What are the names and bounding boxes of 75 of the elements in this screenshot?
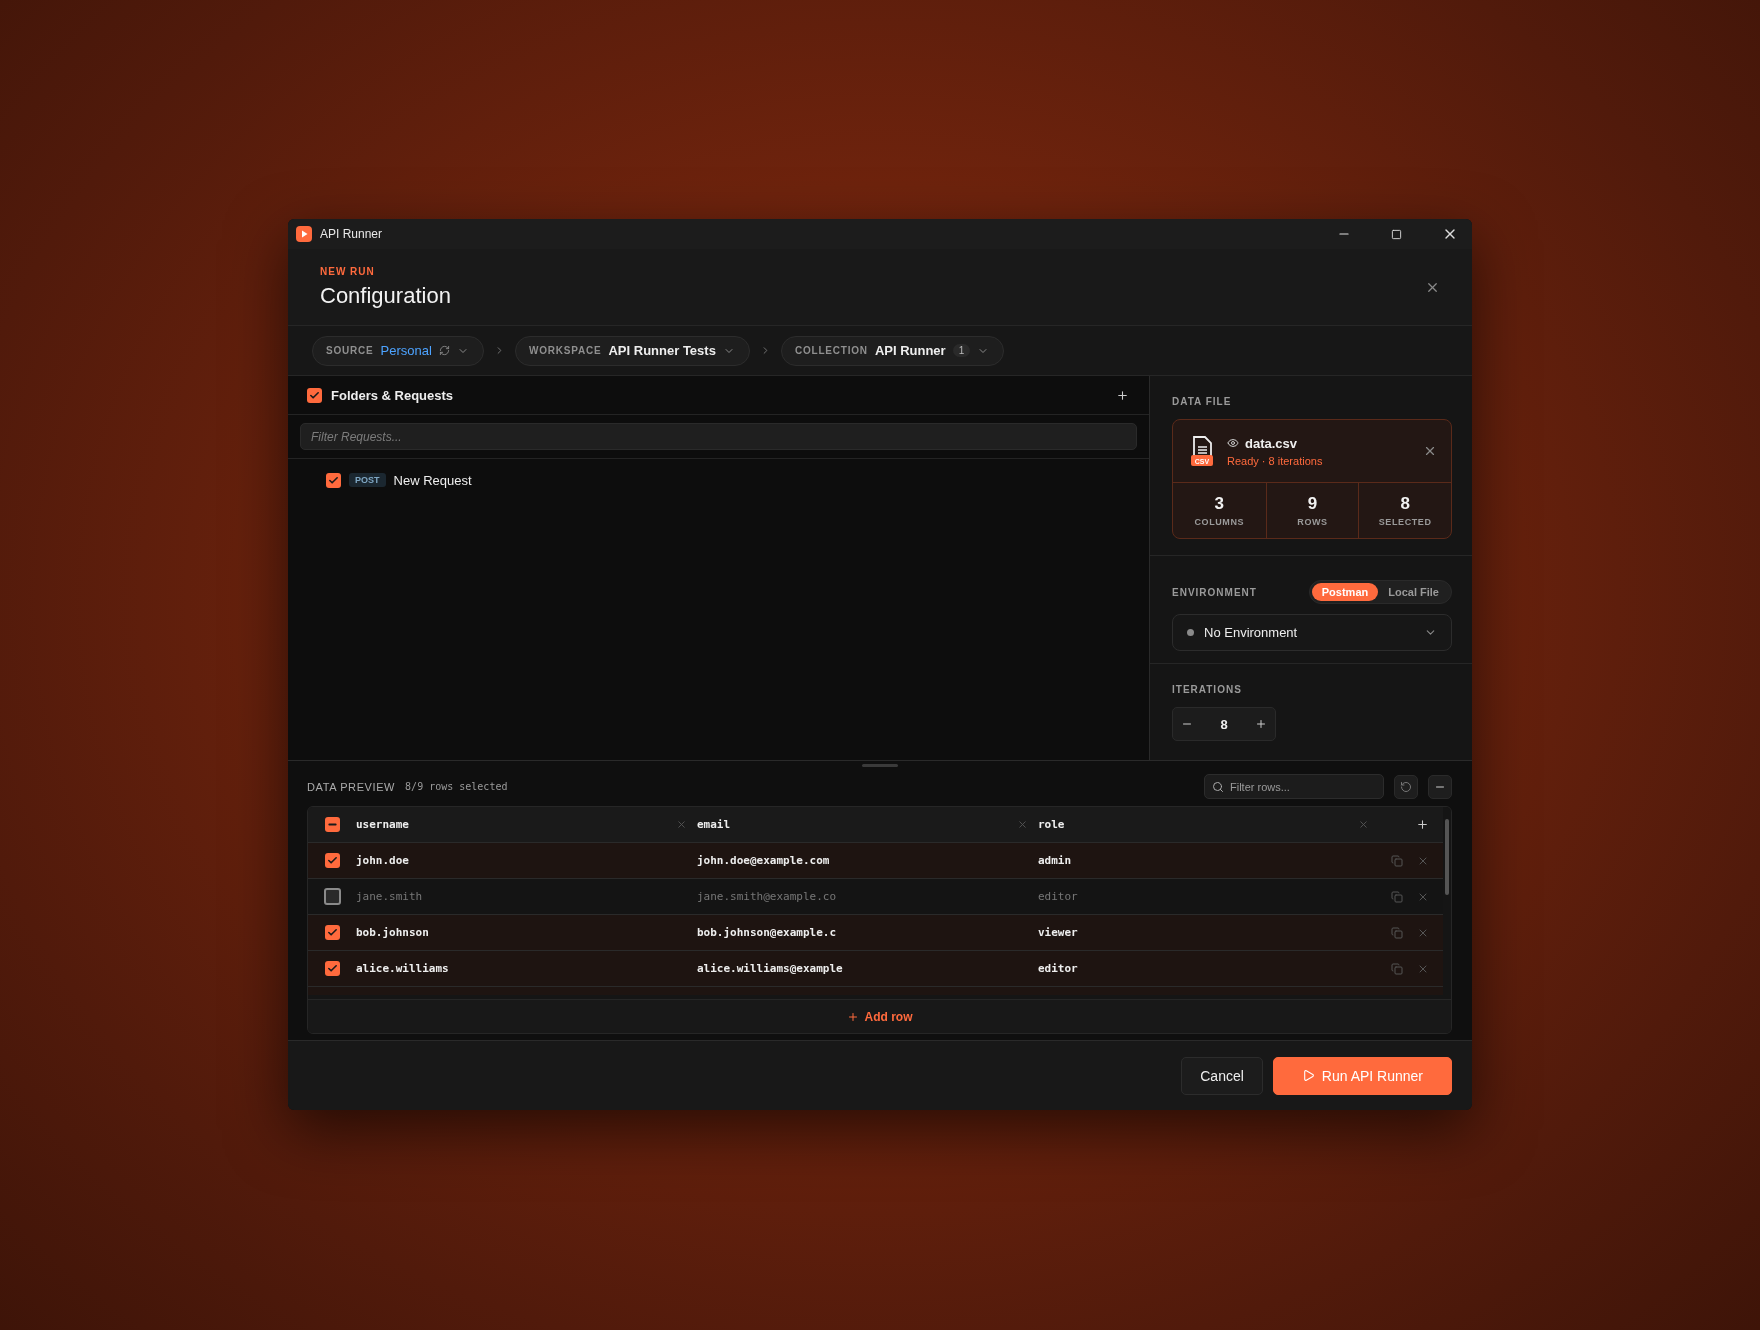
filter-requests-field[interactable]: Filter Requests...: [300, 423, 1137, 450]
check-icon: [309, 389, 320, 401]
cancel-button[interactable]: Cancel: [1181, 1056, 1263, 1095]
search-icon: [1212, 781, 1224, 793]
stat-label: SELECTED: [1378, 517, 1432, 527]
table-cell-text: editor: [1038, 962, 1079, 975]
checkbox[interactable]: [324, 961, 340, 976]
stat-value: 9: [1307, 494, 1318, 514]
remove-file-icon[interactable]: [1423, 444, 1437, 458]
panel-title: Folders & Requests: [331, 387, 455, 403]
dialog-title: Configuration: [320, 282, 452, 309]
eye-icon: [1227, 437, 1239, 449]
table-cell-text: editor: [1038, 890, 1079, 903]
check-icon: [326, 963, 338, 974]
iterations-value: 8: [1220, 716, 1228, 732]
check-icon: [326, 855, 338, 866]
remove-column-icon[interactable]: [1358, 819, 1369, 830]
table-cell-text: jane.smith@example.co: [697, 890, 838, 903]
file-status: Ready · 8 iterations: [1227, 454, 1324, 467]
check-icon: [328, 474, 339, 486]
section-title: DATA PREVIEW: [307, 780, 396, 793]
checkbox[interactable]: [324, 925, 340, 940]
selection-summary: 8/9 rows selected: [405, 781, 509, 792]
eyebrow-label: NEW RUN: [320, 265, 376, 277]
increment-button[interactable]: [1255, 718, 1267, 730]
section-label: ENVIRONMENT: [1172, 586, 1257, 598]
window-title: API Runner: [320, 227, 384, 241]
checkbox[interactable]: [307, 387, 322, 403]
breadcrumb-selector[interactable]: COLLECTION API Runner 1: [780, 335, 1005, 366]
checkbox[interactable]: [326, 472, 341, 488]
table-cell-text: viewer: [1038, 926, 1079, 939]
plus-icon: [1255, 718, 1267, 730]
check-icon: [326, 927, 338, 938]
filter-rows-field[interactable]: Filter rows...: [1204, 774, 1384, 799]
breadcrumb-selector[interactable]: WORKSPACE API Runner Tests: [514, 335, 750, 366]
table-cell-text: alice.williams@example: [697, 962, 844, 975]
method-tag: POST: [349, 473, 386, 487]
collapse-button[interactable]: [1428, 774, 1452, 799]
column-header: email: [697, 818, 731, 831]
status-dot: [1187, 629, 1194, 636]
environment-select[interactable]: No Environment: [1172, 614, 1452, 651]
table-cell-text: john.doe: [356, 854, 410, 867]
add-icon[interactable]: [1116, 388, 1129, 402]
stat-label: COLUMNS: [1194, 517, 1245, 527]
stat-value: 8: [1400, 494, 1410, 514]
plus-icon: [846, 1010, 859, 1023]
table-cell-text: bob.johnson@example.c: [697, 926, 838, 939]
table-cell-text: bob.johnson: [356, 926, 430, 939]
table-cell-text: admin: [1038, 854, 1073, 867]
stat-value: 3: [1214, 494, 1225, 514]
table-cell-text: alice.williams: [356, 962, 450, 975]
checkbox[interactable]: [324, 817, 340, 832]
remove-column-icon[interactable]: [1017, 819, 1028, 830]
maximize-icon: [1391, 228, 1402, 240]
add-column-icon[interactable]: [1416, 818, 1429, 831]
request-name[interactable]: New Request: [393, 472, 472, 488]
resize-handle[interactable]: [861, 764, 898, 767]
play-icon: [1301, 1069, 1315, 1082]
section-label: ITERATIONS: [1172, 684, 1243, 695]
column-header: role: [1038, 818, 1065, 831]
remove-column-icon[interactable]: [676, 819, 687, 830]
reset-icon: [1400, 780, 1412, 793]
breadcrumb-selector[interactable]: SOURCE Personal: [312, 335, 484, 366]
reset-button[interactable]: [1394, 774, 1418, 799]
table-cell-text: jane.smith: [356, 890, 424, 903]
column-header: username: [356, 818, 409, 831]
checkbox[interactable]: [324, 853, 340, 868]
table-cell-text: john.doe@example.com: [697, 854, 831, 867]
checkbox[interactable]: [323, 888, 341, 905]
app-logo-icon: [296, 226, 312, 242]
toggle-option[interactable]: Local File: [1378, 583, 1449, 601]
section-label: DATA FILE: [1172, 396, 1233, 407]
file-name: data.csv: [1245, 435, 1298, 451]
refresh-icon: [438, 345, 450, 356]
stat-label: ROWS: [1297, 517, 1328, 527]
